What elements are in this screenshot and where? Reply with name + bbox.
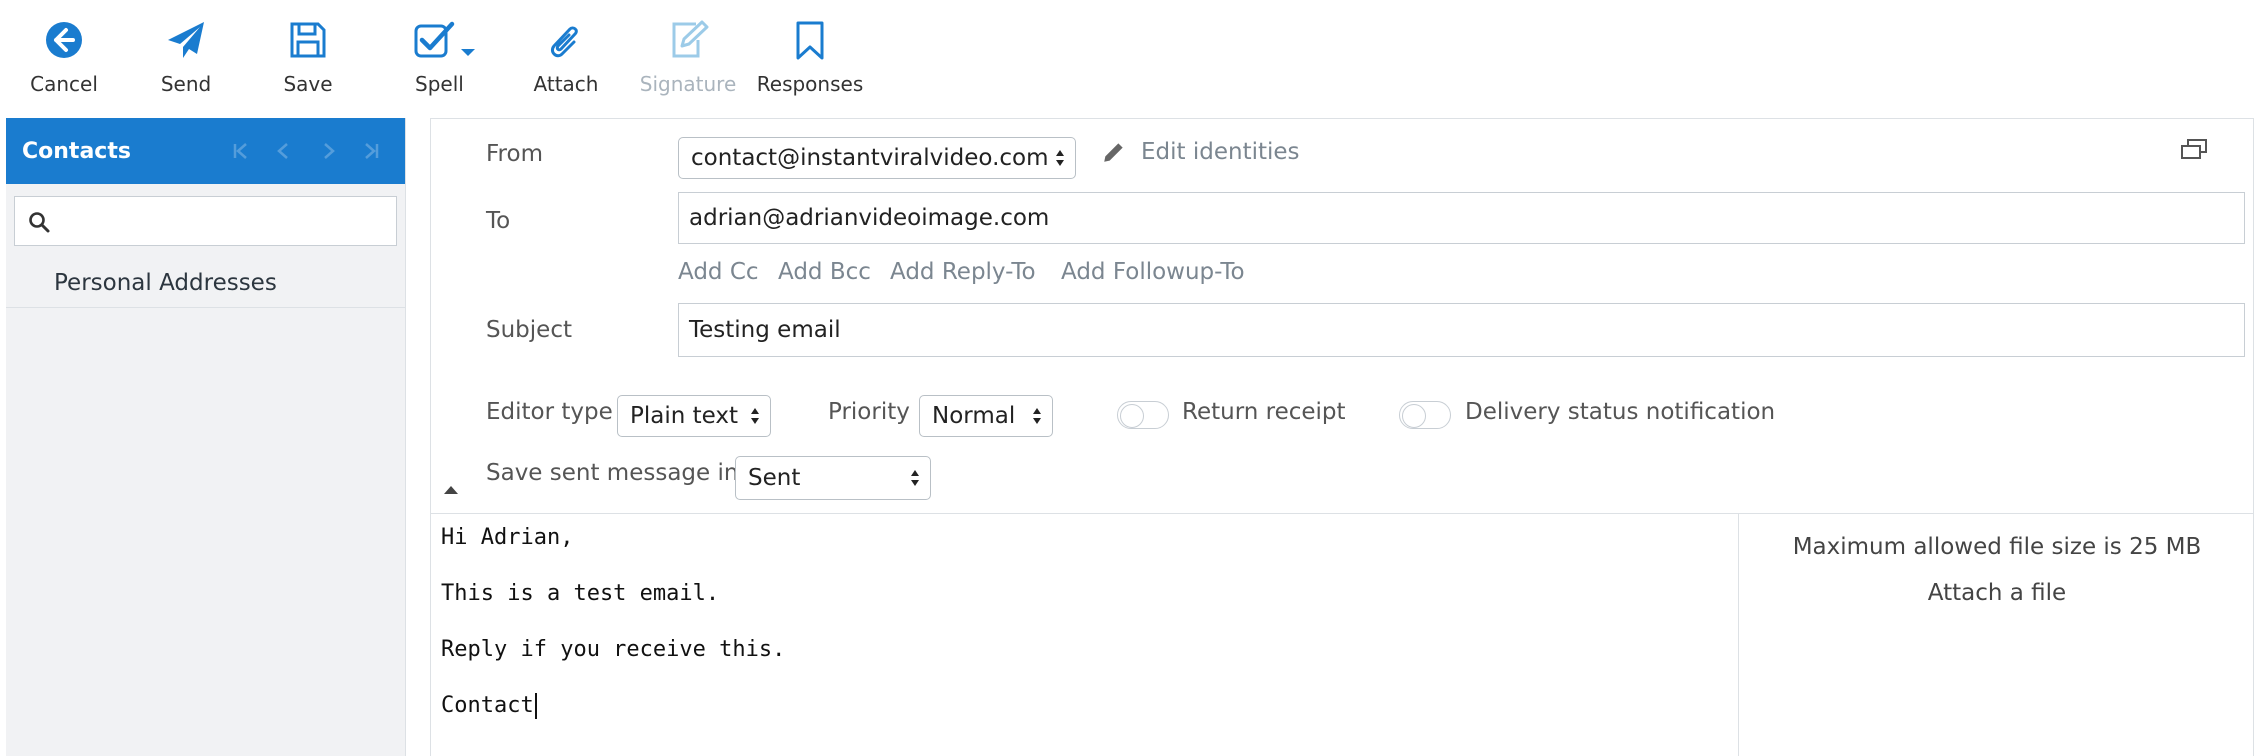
contacts-title: Contacts <box>22 138 131 164</box>
paperclip-icon <box>550 26 578 58</box>
send-button[interactable]: Send <box>158 18 214 104</box>
subject-field[interactable]: Testing email <box>678 303 2245 357</box>
save-sent-select[interactable]: Sent <box>735 456 931 500</box>
contacts-header: Contacts <box>6 118 405 184</box>
last-page-icon[interactable] <box>361 140 383 162</box>
add-cc-link[interactable]: Add Cc <box>678 259 759 285</box>
add-bcc-link[interactable]: Add Bcc <box>778 259 871 285</box>
add-followup-to-link[interactable]: Add Followup-To <box>1061 259 1245 285</box>
save-sent-value: Sent <box>748 465 801 491</box>
pagination-controls <box>229 140 383 162</box>
to-field[interactable]: adrian@adrianvideoimage.com <box>678 192 2245 244</box>
body-line-last: Contact <box>441 692 1728 748</box>
editor-type-value: Plain text <box>630 403 739 429</box>
maximize-window-icon[interactable] <box>2179 137 2209 161</box>
max-file-size-notice: Maximum allowed file size is 25 MB <box>1792 534 2202 560</box>
add-reply-to-link[interactable]: Add Reply-To <box>890 259 1036 285</box>
return-receipt-label: Return receipt <box>1182 399 1346 425</box>
spell-button[interactable]: Spell <box>412 18 492 104</box>
body-line: This is a test email. <box>441 581 720 606</box>
responses-label: Responses <box>756 72 864 96</box>
save-label: Save <box>283 72 333 96</box>
previous-page-icon[interactable] <box>273 140 295 162</box>
attach-button[interactable]: Attach <box>532 18 600 104</box>
text-caret <box>534 693 537 719</box>
signature-label: Signature <box>639 72 737 96</box>
cancel-button[interactable]: Cancel <box>30 18 98 104</box>
sidebar-item-personal-addresses[interactable]: Personal Addresses <box>6 258 405 308</box>
from-label: From <box>486 141 543 167</box>
contacts-search <box>14 196 399 246</box>
compose-panel: From contact@instantviralvideo.com Edit … <box>430 118 2254 756</box>
message-body-editor[interactable]: Hi Adrian, This is a test email. Reply i… <box>431 514 1739 756</box>
priority-value: Normal <box>932 403 1016 429</box>
body-line: Contact <box>441 693 534 718</box>
next-page-icon[interactable] <box>317 140 339 162</box>
editor-type-label: Editor type <box>486 399 613 425</box>
attach-file-link[interactable]: Attach a file <box>1741 580 2253 606</box>
collapse-options-icon[interactable] <box>441 482 461 496</box>
contacts-search-input[interactable] <box>59 197 399 245</box>
spell-label: Spell <box>415 72 464 96</box>
send-label: Send <box>160 72 212 96</box>
select-arrows-icon <box>1056 150 1064 166</box>
return-receipt-toggle[interactable] <box>1117 401 1169 429</box>
pencil-icon <box>1104 143 1123 162</box>
edit-identities-link[interactable]: Edit identities <box>1141 139 1300 165</box>
save-button[interactable]: Save <box>280 18 336 104</box>
chevron-down-icon[interactable] <box>458 42 478 62</box>
contacts-sidebar: Contacts Personal Addresses <box>6 118 406 756</box>
body-line: Reply if you receive this. <box>441 637 786 662</box>
cancel-label: Cancel <box>30 72 98 96</box>
floppy-disk-icon <box>290 22 326 58</box>
paper-plane-icon <box>168 22 204 58</box>
bookmark-icon <box>796 21 824 60</box>
priority-select[interactable]: Normal <box>919 395 1053 437</box>
dsn-label: Delivery status notification <box>1465 399 1776 425</box>
select-arrows-icon <box>751 408 759 424</box>
search-icon <box>29 212 50 233</box>
editor-type-select[interactable]: Plain text <box>617 395 771 437</box>
toolbar: Cancel Send Save Spell Attach Signature … <box>0 0 2268 112</box>
spell-check-icon <box>414 21 455 58</box>
priority-label: Priority <box>828 399 910 425</box>
attachment-pane: Maximum allowed file size is 25 MB Attac… <box>1741 514 2253 756</box>
to-label: To <box>486 208 511 234</box>
from-value: contact@instantviralvideo.com <box>691 145 1049 171</box>
subject-label: Subject <box>486 317 572 343</box>
save-sent-label: Save sent message in <box>486 460 739 486</box>
select-arrows-icon <box>1033 408 1041 424</box>
from-select[interactable]: contact@instantviralvideo.com <box>678 137 1076 179</box>
arrow-left-circle-icon <box>46 22 82 58</box>
responses-button[interactable]: Responses <box>756 18 864 104</box>
select-arrows-icon <box>911 470 919 486</box>
body-line: Hi Adrian, <box>441 525 574 550</box>
first-page-icon[interactable] <box>229 140 251 162</box>
dsn-toggle[interactable] <box>1399 401 1451 429</box>
signature-icon <box>672 20 709 58</box>
signature-button[interactable]: Signature <box>640 18 736 104</box>
attach-label: Attach <box>533 72 599 96</box>
